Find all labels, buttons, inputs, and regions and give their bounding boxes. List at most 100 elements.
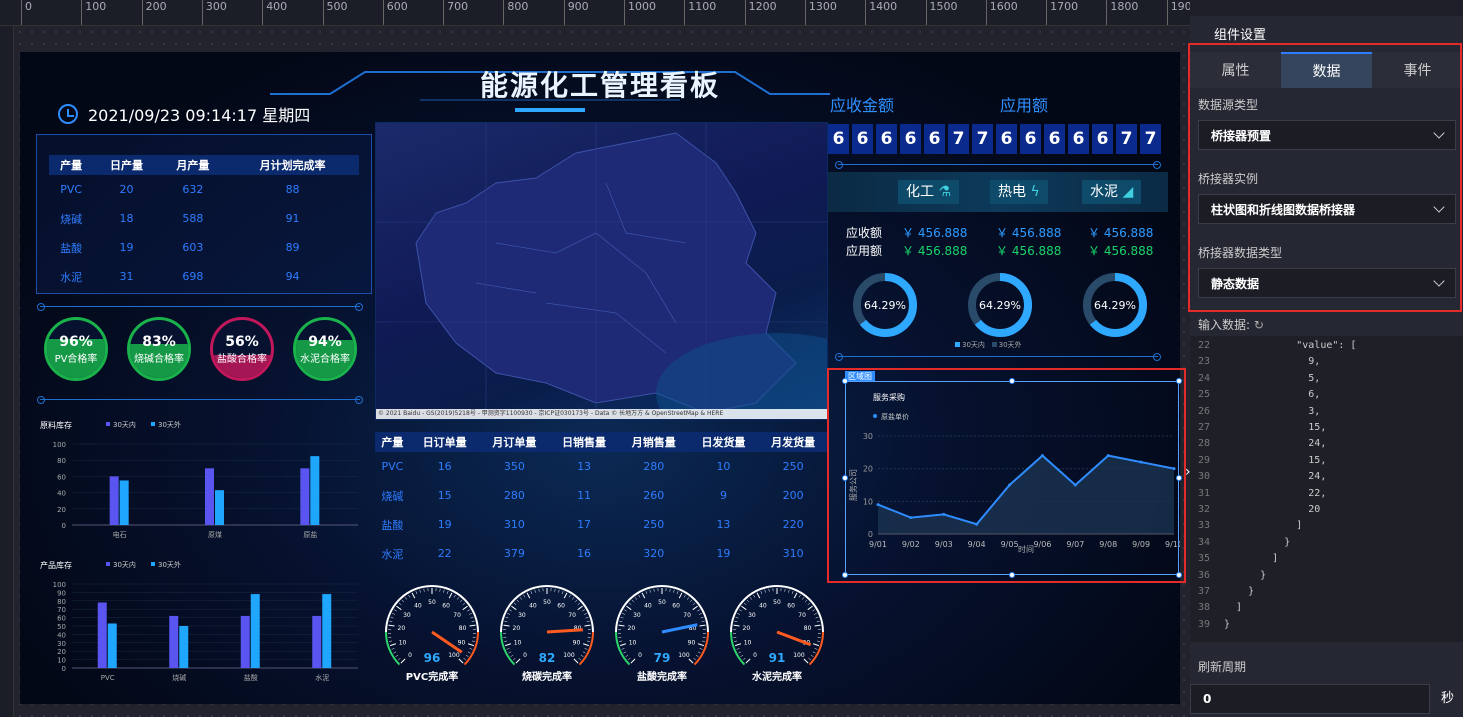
gauge-tick: [582, 643, 590, 647]
table-cell: 91: [285, 212, 300, 225]
gauge-needle: [776, 630, 812, 647]
bar[interactable]: [205, 468, 214, 525]
gauge-tick: [807, 602, 811, 606]
ruler-tick: 600: [382, 0, 408, 25]
gauge-tick-label: 80: [804, 625, 812, 632]
resize-handle[interactable]: [842, 378, 848, 384]
table-cell: 260: [643, 489, 665, 502]
category-chemical[interactable]: 化工 ⚗: [898, 180, 960, 204]
gauge-tick-label: 30: [748, 612, 756, 619]
gauge-tick: [669, 588, 671, 592]
digit: 6: [924, 124, 945, 154]
gauge-tick: [622, 613, 626, 615]
ruler-tick: 300: [201, 0, 227, 25]
gauge-tick: [395, 654, 399, 657]
bar[interactable]: [240, 615, 250, 668]
json-code-editor[interactable]: 22 "value": [23 9, 24 5, 25 6, 26 3, 27 15, 2…: [1190, 336, 1463, 642]
resize-handle[interactable]: [842, 475, 848, 481]
category-cement[interactable]: 水泥 ◢: [1082, 180, 1142, 204]
table-cell: 698: [182, 270, 204, 283]
table-cell: 350: [503, 460, 525, 473]
table-cell: 盐酸: [381, 518, 404, 532]
horizontal-ruler: 0 100 200 300 400 500 600 700 800 900 1000 1100 1200…: [0, 0, 1190, 26]
bar[interactable]: [97, 602, 107, 668]
code-line: 24,: [1224, 471, 1327, 483]
orders-table: 产量 日订单量 月订单量 日销售量 月销售量 日发货量 月发货量 PVC 16 350 13 280 1…: [375, 432, 828, 568]
gauge-arc: [730, 631, 746, 666]
resize-handle[interactable]: [1009, 572, 1015, 578]
bar[interactable]: [312, 615, 322, 668]
gauge-tick: [577, 602, 581, 606]
y-tick-label: 60: [57, 615, 66, 623]
gauge-tick: [653, 588, 655, 592]
table-cell: 320: [643, 547, 665, 560]
bar[interactable]: [109, 476, 119, 525]
bar[interactable]: [310, 456, 320, 525]
bar[interactable]: [119, 480, 129, 525]
refresh-unit: 秒: [1440, 691, 1454, 706]
resize-handle[interactable]: [1009, 378, 1015, 384]
gauge-tick-label: 60: [787, 602, 795, 609]
bar[interactable]: [107, 623, 117, 668]
bar[interactable]: [322, 594, 332, 668]
bar[interactable]: [179, 626, 189, 668]
gauge-tick: [676, 590, 679, 594]
gauge-tick: [415, 590, 418, 594]
gauge-tick: [467, 643, 475, 647]
gauge-tick: [511, 605, 517, 611]
ring-percent: 96%: [59, 333, 93, 350]
code-line: 20: [1224, 504, 1321, 515]
code-line: }: [1224, 536, 1291, 548]
map-shape: [376, 123, 827, 419]
bar[interactable]: [169, 615, 179, 668]
code-line: ]: [1224, 602, 1243, 614]
gauge-tick: [678, 592, 683, 599]
raw-stock-chart[interactable]: 原料库存 30天内 30天外 0 20 40 60 80 100 电石 原煤 原盐: [36, 418, 366, 543]
resize-handle[interactable]: [1176, 572, 1182, 578]
gauge-label: 烧碳完成率: [522, 672, 572, 683]
resize-handle[interactable]: [1176, 378, 1182, 384]
gauge-tick: [446, 590, 449, 594]
gauge-tick: [734, 620, 738, 623]
digit: 6: [828, 124, 849, 154]
payable-title: 应用额: [1000, 96, 1049, 115]
production-panel[interactable]: 产量 日产量 月产量 月计划完成率 PVC 20 632 88 烧碱 18 588 91 盐酸 19 603…: [36, 134, 372, 294]
gauge-tick: [620, 616, 624, 619]
refresh-period-input[interactable]: 0: [1190, 684, 1430, 714]
clock-icon: [58, 104, 78, 124]
china-map[interactable]: © 2021 Baidu - GS(2019)5218号 - 甲测资字11009…: [375, 122, 828, 420]
bar[interactable]: [215, 490, 224, 525]
gauge-tick: [513, 602, 517, 606]
gauge-tick: [814, 624, 821, 627]
y-tick-label: 80: [57, 598, 66, 606]
bar[interactable]: [250, 594, 260, 668]
amount: ￥ 456.888: [1088, 244, 1154, 258]
ruler-tick: 1700: [1046, 0, 1078, 25]
category-power[interactable]: 热电 ϟ: [990, 180, 1048, 204]
gauge-tick: [688, 658, 694, 664]
resize-handle[interactable]: [842, 572, 848, 578]
gauge-tick-label: 50: [773, 599, 781, 606]
code-line: 5,: [1224, 372, 1321, 384]
ring-label: 水泥合格率: [300, 353, 350, 365]
gauge-arc: [578, 631, 594, 666]
gauge-tick-label: 0: [523, 652, 527, 659]
gauge-tick: [396, 605, 402, 611]
gauge-tick: [583, 613, 587, 615]
line-number: 36: [1198, 569, 1211, 581]
gauge-arc: [463, 631, 479, 666]
gauge-tick: [741, 605, 747, 611]
refresh-icon[interactable]: ↻: [1254, 318, 1264, 332]
legend-swatch: [955, 342, 960, 347]
gauge-tick-label: 20: [743, 625, 751, 632]
payable-row: 应用额 ￥ 456.888 ￥ 456.888 ￥ 456.888: [828, 242, 1168, 260]
gauge-tick: [645, 590, 648, 594]
table-row: 盐酸 19 603 89: [49, 233, 359, 262]
bar[interactable]: [300, 468, 310, 525]
gauge-tick-label: 70: [798, 612, 806, 619]
code-line: ]: [1224, 553, 1279, 565]
resize-handle[interactable]: [1176, 475, 1182, 481]
collapse-arrow-icon[interactable]: ›: [1185, 464, 1191, 480]
line-number: 37: [1198, 586, 1211, 597]
product-stock-chart[interactable]: 产品库存 30天内 30天外 0102030405060708090100 PVC 烧碱 盐…: [36, 558, 366, 686]
